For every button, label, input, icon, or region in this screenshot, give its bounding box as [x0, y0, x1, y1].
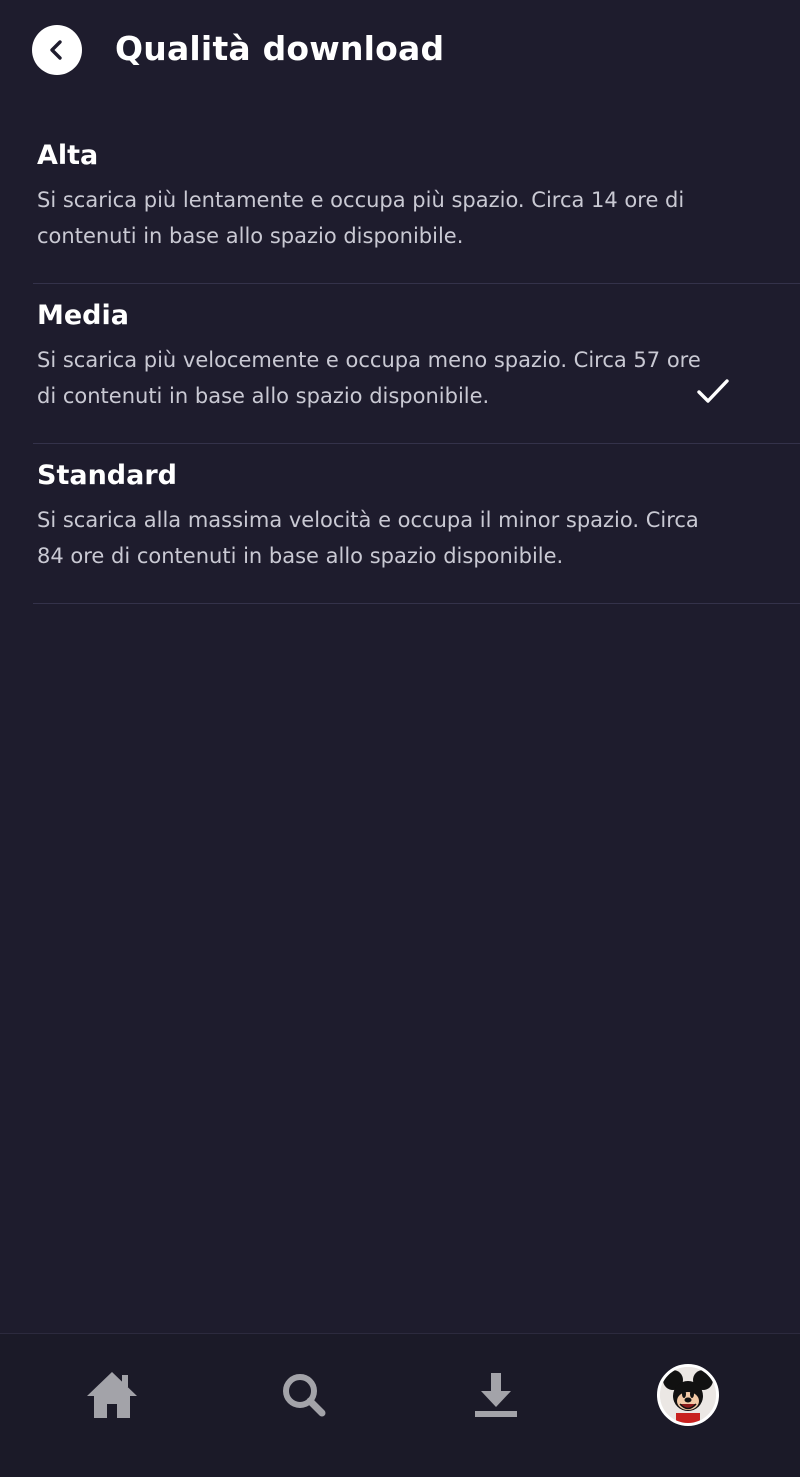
search-icon [283, 1374, 326, 1417]
quality-options-list: Alta Si scarica più lentamente e occupa … [0, 124, 800, 604]
option-standard[interactable]: Standard Si scarica alla massima velocit… [33, 444, 800, 604]
home-icon [87, 1372, 137, 1418]
bottom-tab-bar [0, 1333, 800, 1477]
option-title: Alta [37, 140, 99, 171]
mickey-avatar-icon [660, 1367, 716, 1423]
option-description: Si scarica più velocemente e occupa meno… [37, 348, 701, 408]
tab-downloads[interactable] [456, 1362, 536, 1428]
header: Qualità download [0, 0, 800, 100]
option-description: Si scarica alla massima velocità e occup… [37, 508, 699, 568]
option-media[interactable]: Media Si scarica più velocemente e occup… [33, 284, 800, 444]
avatar [657, 1364, 719, 1426]
tab-search[interactable] [264, 1362, 344, 1428]
chevron-left-icon [50, 40, 62, 60]
option-title: Media [37, 300, 129, 331]
option-alta[interactable]: Alta Si scarica più lentamente e occupa … [33, 124, 800, 284]
tab-profile[interactable] [648, 1362, 728, 1428]
checkmark-icon [697, 379, 729, 403]
download-icon [475, 1373, 517, 1417]
back-button[interactable] [32, 25, 82, 75]
page-title: Qualità download [115, 29, 445, 68]
option-title: Standard [37, 460, 177, 491]
tab-home[interactable] [72, 1362, 152, 1428]
option-description: Si scarica più lentamente e occupa più s… [37, 188, 685, 248]
